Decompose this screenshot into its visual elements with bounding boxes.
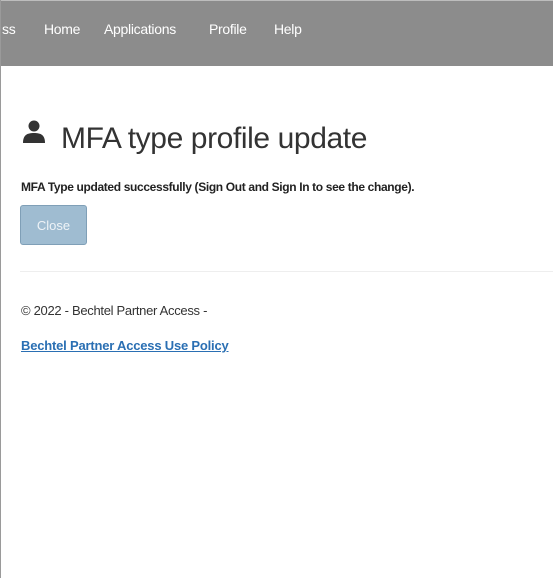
page-title: MFA type profile update [61, 122, 367, 155]
browser-page: ss Home Applications Profile Help MFA ty… [0, 0, 553, 578]
nav-item-applications[interactable]: Applications [104, 21, 176, 37]
nav-item-help[interactable]: Help [274, 21, 302, 37]
user-icon [21, 119, 47, 145]
page-heading: MFA type profile update [21, 119, 367, 156]
nav-item-profile[interactable]: Profile [209, 21, 247, 37]
copyright-text: © 2022 - Bechtel Partner Access - [21, 303, 208, 318]
nav-item-brand-fragment[interactable]: ss [2, 21, 16, 37]
footer-divider [20, 271, 553, 272]
top-navbar: ss Home Applications Profile Help [1, 0, 553, 66]
use-policy-link[interactable]: Bechtel Partner Access Use Policy [21, 338, 229, 353]
success-message: MFA Type updated successfully (Sign Out … [21, 180, 415, 194]
nav-item-home[interactable]: Home [44, 21, 80, 37]
close-button[interactable]: Close [20, 205, 87, 245]
